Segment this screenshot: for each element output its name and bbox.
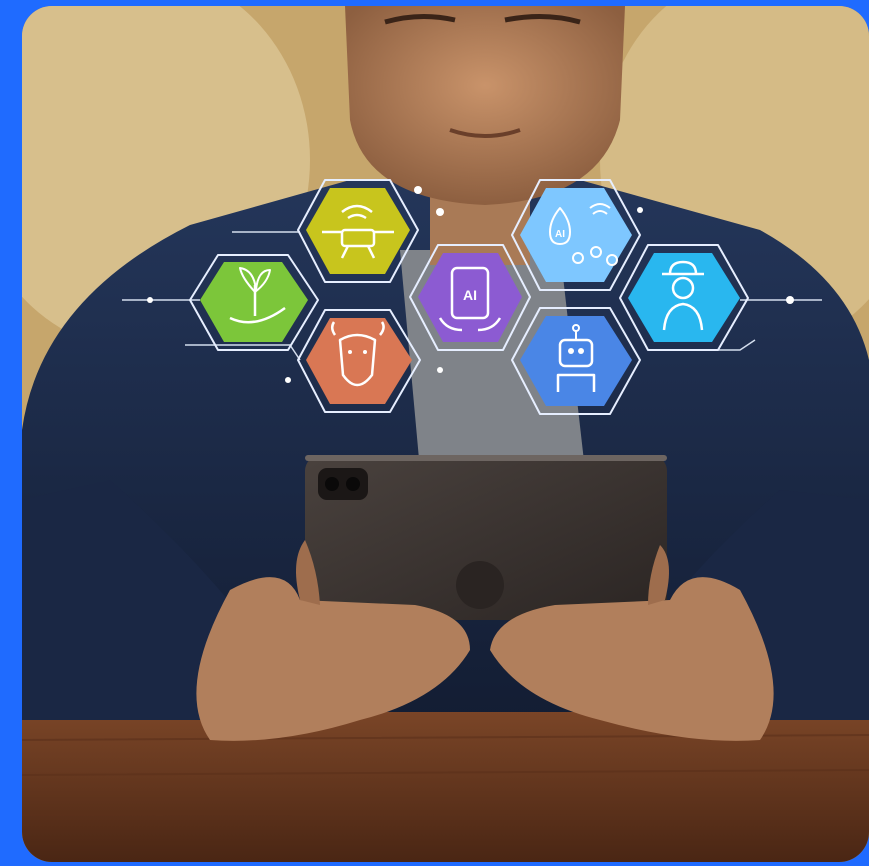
tablet-device <box>305 455 667 620</box>
photo-frame: AI AI <box>22 6 869 862</box>
photo-scene: AI AI <box>22 6 869 862</box>
svg-text:AI: AI <box>463 287 477 303</box>
person-face <box>345 6 625 205</box>
svg-text:AI: AI <box>555 229 565 240</box>
